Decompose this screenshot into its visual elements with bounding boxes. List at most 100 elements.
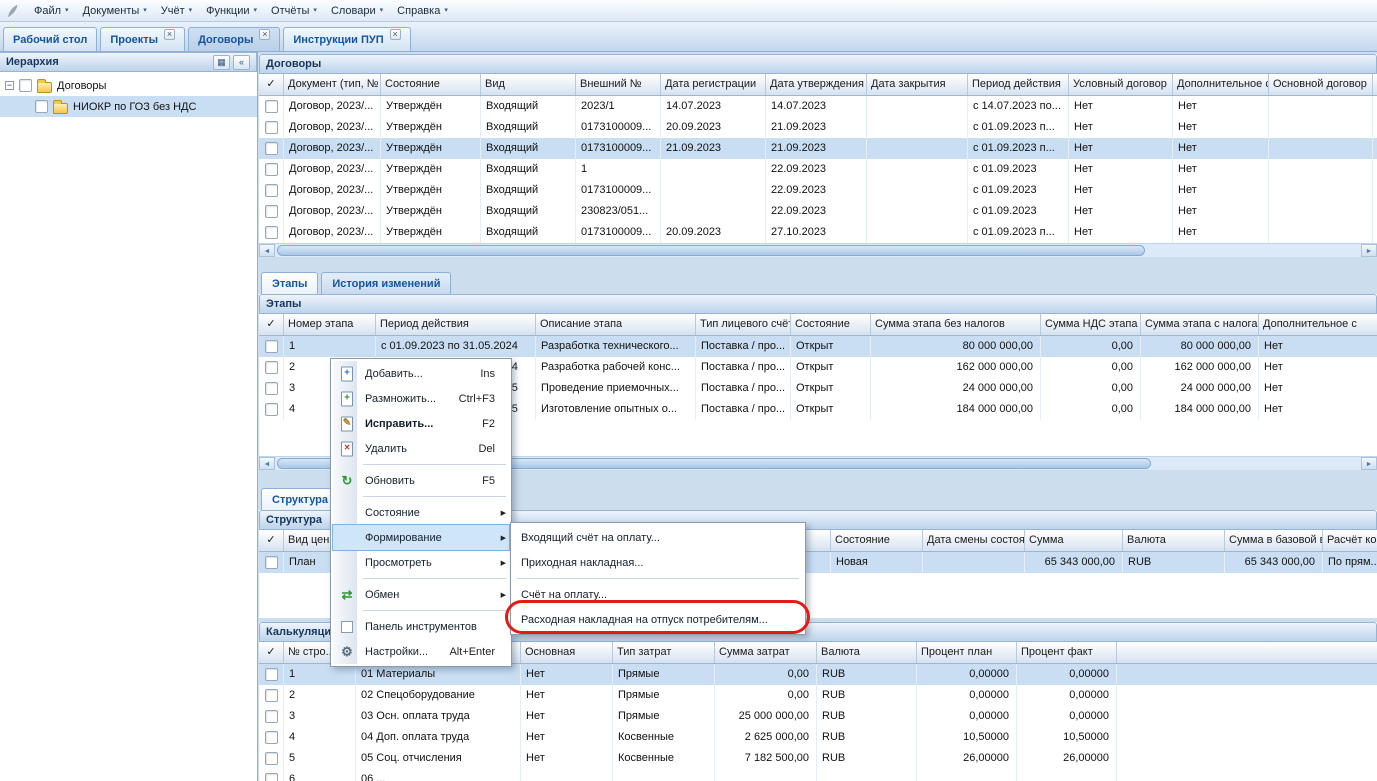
collapse-panel-icon[interactable]: « <box>233 55 250 70</box>
column-header[interactable]: Сумма затрат <box>715 642 817 663</box>
checkbox[interactable] <box>265 556 278 569</box>
checkbox[interactable] <box>265 361 278 374</box>
column-header[interactable]: Вид <box>481 74 576 95</box>
menu-item[interactable]: ✎Исправить...F2 <box>333 411 509 436</box>
checkbox[interactable] <box>265 403 278 416</box>
table-row[interactable]: Договор, 2023/...УтверждёнВходящий017310… <box>259 222 1377 243</box>
select-all-header[interactable]: ✓ <box>259 530 284 551</box>
column-header[interactable]: Процент план <box>917 642 1017 663</box>
scrollbar-thumb[interactable] <box>277 245 1145 256</box>
table-row[interactable]: 303 Осн. оплата трудаНетПрямые25 000 000… <box>259 706 1377 727</box>
column-header[interactable]: Состояние <box>791 314 871 335</box>
checkbox[interactable] <box>265 226 278 239</box>
menu-item[interactable]: ⇄Обмен▶ <box>333 582 509 607</box>
close-icon[interactable]: × <box>259 29 270 40</box>
contracts-horizontal-scrollbar[interactable]: ◄ ► <box>259 243 1377 257</box>
tree-collapse-icon[interactable]: − <box>5 81 14 90</box>
checkbox[interactable] <box>265 142 278 155</box>
column-header[interactable]: Сумма этапа без налогов <box>871 314 1041 335</box>
checkbox[interactable] <box>19 79 32 92</box>
menu-item[interactable]: Входящий счёт на оплату... <box>513 525 803 550</box>
menubar-item-4[interactable]: Отчёты▾ <box>264 2 324 20</box>
structure-tabstrip-tab-0[interactable]: Структура <box>261 488 339 510</box>
menu-item[interactable]: ⚙Настройки...Alt+Enter <box>333 639 509 664</box>
menubar-item-3[interactable]: Функции▾ <box>199 2 264 20</box>
menu-item[interactable]: Просмотреть▶ <box>333 550 509 575</box>
scroll-right-icon[interactable]: ► <box>1361 244 1377 257</box>
checkbox[interactable] <box>35 100 48 113</box>
menu-item[interactable]: ×УдалитьDel <box>333 436 509 461</box>
menu-item[interactable]: Счёт на оплату... <box>513 582 803 607</box>
column-header[interactable]: Валюта <box>1123 530 1225 551</box>
column-header[interactable]: Тип затрат <box>613 642 715 663</box>
menu-item[interactable]: +Размножить...Ctrl+F3 <box>333 386 509 411</box>
menu-item[interactable]: Состояние▶ <box>333 500 509 525</box>
menu-item[interactable]: Панель инструментов <box>333 614 509 639</box>
select-all-header[interactable]: ✓ <box>259 642 284 663</box>
column-header[interactable]: Дата утверждения <box>766 74 867 95</box>
table-row[interactable]: Договор, 2023/...УтверждёнВходящий122.09… <box>259 159 1377 180</box>
column-header[interactable]: Период действия <box>376 314 536 335</box>
column-header[interactable]: Состояние <box>381 74 481 95</box>
checkbox[interactable] <box>265 163 278 176</box>
stages-tabstrip-tab-1[interactable]: История изменений <box>321 272 451 294</box>
menubar-item-6[interactable]: Справка▾ <box>390 2 455 20</box>
column-header[interactable]: Внешний № <box>576 74 661 95</box>
document-tab-1[interactable]: Проекты× <box>100 27 185 51</box>
column-header[interactable]: Дата закрытия <box>867 74 968 95</box>
scroll-left-icon[interactable]: ◄ <box>259 457 275 470</box>
scroll-left-icon[interactable]: ◄ <box>259 244 275 257</box>
table-row[interactable]: Договор, 2023/...УтверждёнВходящий230823… <box>259 201 1377 222</box>
document-tab-2[interactable]: Договоры× <box>188 27 280 51</box>
select-all-header[interactable]: ✓ <box>259 314 284 335</box>
column-header[interactable]: Дата регистрации <box>661 74 766 95</box>
column-header[interactable]: Основной договор <box>1269 74 1373 95</box>
close-icon[interactable]: × <box>390 29 401 40</box>
column-header[interactable]: Документ (тип, № <box>284 74 381 95</box>
checkbox[interactable] <box>265 340 278 353</box>
table-row[interactable]: 202 СпецоборудованиеНетПрямые0,00RUB0,00… <box>259 685 1377 706</box>
table-row[interactable]: 505 Соц. отчисленияНетКосвенные7 182 500… <box>259 748 1377 769</box>
column-header[interactable]: Процент факт <box>1017 642 1117 663</box>
column-header[interactable]: Сумма в базовой в <box>1225 530 1323 551</box>
column-header[interactable]: Сумма НДС этапа <box>1041 314 1141 335</box>
column-header[interactable]: Описание этапа <box>536 314 696 335</box>
checkbox[interactable] <box>265 121 278 134</box>
table-row[interactable]: 1с 01.09.2023 по 31.05.2024Разработка те… <box>259 336 1377 357</box>
select-all-header[interactable]: ✓ <box>259 74 284 95</box>
stages-tabstrip-tab-0[interactable]: Этапы <box>261 272 318 294</box>
column-header[interactable]: Условный договор <box>1069 74 1173 95</box>
column-header[interactable]: Валюта <box>817 642 917 663</box>
column-header[interactable]: Состояние <box>831 530 923 551</box>
document-tab-3[interactable]: Инструкции ПУП× <box>283 27 410 51</box>
grid-icon[interactable]: ▦ <box>213 55 230 70</box>
column-header[interactable]: Основная <box>521 642 613 663</box>
menu-item[interactable]: +Добавить...Ins <box>333 361 509 386</box>
column-header[interactable]: Сумма этапа с налогами <box>1141 314 1259 335</box>
column-header[interactable]: Тип лицевого счёт <box>696 314 791 335</box>
table-row[interactable]: Договор, 2023/...УтверждёнВходящий017310… <box>259 117 1377 138</box>
tree-item-0[interactable]: −Договоры <box>0 75 257 96</box>
menu-item[interactable]: Расходная накладная на отпуск потребител… <box>513 607 803 632</box>
column-header[interactable]: Номер этапа <box>284 314 376 335</box>
column-header[interactable]: Дополнительное с <box>1173 74 1269 95</box>
document-tab-0[interactable]: Рабочий стол <box>3 27 97 51</box>
tree-item-1[interactable]: НИОКР по ГОЗ без НДС <box>0 96 257 117</box>
menubar-item-2[interactable]: Учёт▾ <box>154 2 199 20</box>
menubar-item-5[interactable]: Словари▾ <box>324 2 390 20</box>
menu-item[interactable]: Приходная накладная... <box>513 550 803 575</box>
checkbox[interactable] <box>265 382 278 395</box>
column-header[interactable]: Дата смены состоя <box>923 530 1025 551</box>
checkbox[interactable] <box>265 100 278 113</box>
table-row[interactable]: Договор, 2023/...УтверждёнВходящий2023/1… <box>259 96 1377 117</box>
column-header[interactable]: Дополнительное с <box>1259 314 1377 335</box>
checkbox[interactable] <box>265 668 278 681</box>
menubar-item-0[interactable]: Файл▾ <box>27 2 76 20</box>
checkbox[interactable] <box>265 205 278 218</box>
column-header[interactable]: Сумма <box>1025 530 1123 551</box>
menu-item[interactable]: ↻ОбновитьF5 <box>333 468 509 493</box>
table-row[interactable]: 404 Доп. оплата трудаНетКосвенные2 625 0… <box>259 727 1377 748</box>
checkbox[interactable] <box>265 184 278 197</box>
column-header[interactable]: Период действия <box>968 74 1069 95</box>
scroll-right-icon[interactable]: ► <box>1361 457 1377 470</box>
